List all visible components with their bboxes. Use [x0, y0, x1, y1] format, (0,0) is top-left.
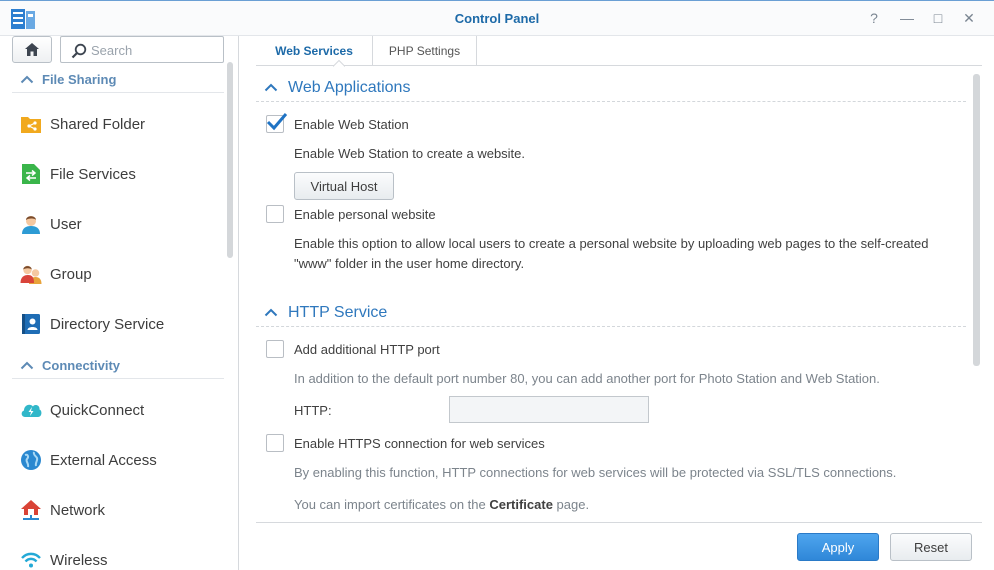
chevron-up-icon: [264, 83, 278, 92]
sidebar-item-label: Network: [50, 501, 106, 519]
tab-bar: Web Services PHP Settings: [256, 36, 982, 67]
content-scrollbar[interactable]: [973, 74, 980, 366]
sidebar-scrollbar[interactable]: [227, 62, 233, 258]
enable-https-row[interactable]: Enable HTTPS connection for web services: [266, 433, 545, 453]
enable-web-station-label: Enable Web Station: [294, 116, 409, 132]
sidebar-item-file-services[interactable]: File Services: [12, 152, 224, 196]
sidebar-item-label: Shared Folder: [50, 115, 146, 133]
sidebar-item-label: External Access: [50, 451, 157, 469]
section-label: File Sharing: [42, 72, 117, 87]
shared-folder-icon: [20, 113, 42, 135]
certificate-note-prefix: You can import certificates on the: [294, 497, 490, 512]
additional-http-port-checkbox[interactable]: [266, 340, 284, 358]
sidebar-item-label: Directory Service: [50, 315, 165, 333]
additional-port-description: In addition to the default port number 8…: [294, 371, 880, 386]
search-box[interactable]: [60, 36, 224, 63]
group-title: HTTP Service: [288, 303, 388, 321]
tab-web-services[interactable]: Web Services: [256, 36, 372, 66]
chevron-up-icon: [20, 75, 34, 84]
certificate-note: You can import certificates on the Certi…: [294, 495, 589, 515]
section-label: Connectivity: [42, 358, 121, 373]
sidebar-item-label: Group: [50, 265, 92, 283]
chevron-up-icon: [264, 308, 278, 317]
virtual-host-button[interactable]: Virtual Host: [294, 172, 394, 200]
enable-personal-website-row[interactable]: Enable personal website: [266, 204, 436, 224]
home-icon: [25, 43, 39, 56]
sidebar-item-label: File Services: [50, 165, 136, 183]
group-web-applications[interactable]: Web Applications: [256, 74, 966, 102]
external-access-icon: [20, 449, 42, 471]
search-icon: [71, 43, 87, 59]
group-icon: [20, 263, 42, 285]
sidebar: File Sharing Shared Folder File Services…: [0, 36, 239, 570]
active-tab-pointer: [333, 59, 345, 67]
apply-button[interactable]: Apply: [797, 533, 879, 561]
sidebar-item-label: User: [50, 215, 82, 233]
group-title: Web Applications: [288, 78, 411, 96]
window-title: Control Panel: [454, 11, 540, 26]
checkmark-icon: [266, 113, 288, 131]
wireless-icon: [20, 549, 42, 570]
directory-service-icon: [20, 313, 42, 335]
help-button[interactable]: ?: [863, 8, 885, 28]
personal-website-description-line1: Enable this option to allow local users …: [294, 236, 929, 251]
home-button[interactable]: [12, 36, 52, 63]
sidebar-item-user[interactable]: User: [12, 202, 224, 246]
section-file-sharing[interactable]: File Sharing: [12, 67, 224, 93]
sidebar-item-directory-service[interactable]: Directory Service: [12, 302, 224, 346]
certificate-note-suffix: page.: [552, 497, 590, 512]
tab-divider: [476, 36, 477, 65]
settings-content: Web Applications Enable Web Station Enab…: [256, 74, 980, 522]
http-port-input[interactable]: [450, 397, 648, 422]
additional-http-port-label: Add additional HTTP port: [294, 341, 440, 357]
http-port-field[interactable]: [449, 396, 649, 423]
enable-personal-website-label: Enable personal website: [294, 206, 436, 222]
quickconnect-icon: [20, 399, 42, 421]
file-services-icon: [20, 163, 42, 185]
sidebar-item-label: QuickConnect: [50, 401, 145, 419]
sidebar-item-label: Wireless: [50, 551, 108, 569]
close-button[interactable]: ✕: [958, 8, 980, 28]
sidebar-item-wireless[interactable]: Wireless: [12, 538, 224, 570]
minimize-button[interactable]: —: [896, 8, 918, 28]
enable-https-checkbox[interactable]: [266, 434, 284, 452]
web-station-description: Enable Web Station to create a website.: [294, 146, 526, 161]
http-port-label: HTTP:: [294, 403, 332, 418]
user-icon: [20, 213, 42, 235]
sidebar-item-group[interactable]: Group: [12, 252, 224, 296]
personal-website-description-line2: "www" folder in the user home directory.: [294, 256, 525, 271]
section-connectivity[interactable]: Connectivity: [12, 353, 224, 379]
tab-php-settings[interactable]: PHP Settings: [373, 36, 476, 66]
certificate-link[interactable]: Certificate: [489, 497, 553, 512]
search-input[interactable]: [91, 41, 219, 59]
main-panel: Web Services PHP Settings Web Applicatio…: [240, 36, 994, 570]
enable-personal-website-checkbox[interactable]: [266, 205, 284, 223]
sidebar-item-shared-folder[interactable]: Shared Folder: [12, 102, 224, 146]
additional-http-port-row[interactable]: Add additional HTTP port: [266, 339, 440, 359]
reset-button[interactable]: Reset: [890, 533, 972, 561]
title-bar: Control Panel ? — □ ✕: [0, 0, 994, 36]
enable-web-station-checkbox[interactable]: [266, 113, 288, 133]
group-http-service[interactable]: HTTP Service: [256, 299, 966, 327]
sidebar-item-quickconnect[interactable]: QuickConnect: [12, 388, 224, 432]
chevron-up-icon: [20, 361, 34, 370]
https-description: By enabling this function, HTTP connecti…: [294, 465, 897, 480]
network-icon: [20, 499, 42, 521]
enable-web-station-row[interactable]: Enable Web Station: [266, 113, 409, 134]
enable-https-label: Enable HTTPS connection for web services: [294, 435, 545, 451]
footer-bar: Apply Reset: [256, 522, 982, 570]
maximize-button[interactable]: □: [927, 8, 949, 28]
sidebar-item-network[interactable]: Network: [12, 488, 224, 532]
sidebar-item-external-access[interactable]: External Access: [12, 438, 224, 482]
